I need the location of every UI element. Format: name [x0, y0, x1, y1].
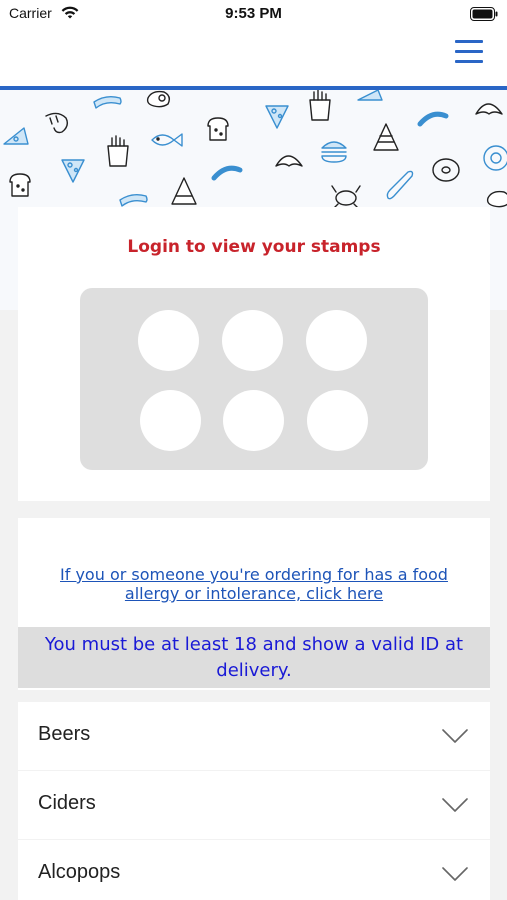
category-label: Beers	[38, 723, 91, 745]
loyalty-stamp-card: Login to view your stamps	[18, 207, 490, 501]
sausage-icon	[417, 111, 449, 127]
category-row-ciders[interactable]: Ciders	[18, 771, 490, 839]
category-label: Alcopops	[38, 861, 121, 883]
cheese-icon	[3, 127, 29, 145]
stamp-grid	[80, 288, 428, 470]
stamp-slot	[222, 310, 283, 371]
donut-icon	[432, 158, 460, 182]
pizza-slice-icon	[265, 105, 289, 129]
chevron-down-icon	[442, 728, 468, 748]
status-bar: Carrier 9:53 PM	[0, 0, 507, 30]
stamp-card-title[interactable]: Login to view your stamps	[18, 237, 490, 257]
category-row-beers[interactable]: Beers	[18, 702, 490, 770]
chevron-down-icon	[442, 866, 468, 886]
stamp-slot	[306, 310, 367, 371]
hamburger-menu-icon[interactable]	[455, 40, 483, 66]
battery-icon	[470, 6, 498, 25]
shrimp-icon	[45, 112, 69, 134]
baguette-icon	[386, 170, 414, 200]
sandwich-icon	[373, 123, 399, 151]
croissant-icon	[275, 155, 303, 167]
info-card: If you or someone you're ordering for ha…	[18, 518, 490, 690]
toast-icon	[207, 117, 229, 141]
stamp-slot	[307, 390, 368, 451]
steak-icon	[486, 190, 507, 208]
app-header	[0, 30, 507, 86]
fries-icon	[309, 90, 331, 121]
allergy-info-link[interactable]: If you or someone you're ordering for ha…	[38, 565, 470, 603]
fish-icon	[151, 133, 183, 147]
stamp-slot	[140, 390, 201, 451]
cheese-icon	[357, 90, 383, 101]
hotdog-icon	[93, 95, 122, 109]
steak-icon	[146, 90, 171, 108]
croissant-icon	[475, 103, 503, 115]
toast-icon	[9, 173, 31, 197]
egg-icon	[483, 145, 507, 171]
burger-icon	[321, 141, 347, 163]
pizza-slice-icon	[61, 159, 85, 183]
age-verification-notice: You must be at least 18 and show a valid…	[18, 627, 490, 688]
status-time: 9:53 PM	[225, 5, 282, 22]
sausage-icon	[211, 165, 243, 181]
category-row-alcopops[interactable]: Alcopops	[18, 840, 490, 900]
sandwich-icon	[171, 177, 197, 205]
hotdog-icon	[119, 193, 148, 207]
fries-icon	[107, 135, 129, 167]
category-label: Ciders	[38, 792, 96, 814]
chevron-down-icon	[442, 797, 468, 817]
stamp-slot	[138, 310, 199, 371]
crab-icon	[331, 185, 361, 209]
stamp-slot	[223, 390, 284, 451]
